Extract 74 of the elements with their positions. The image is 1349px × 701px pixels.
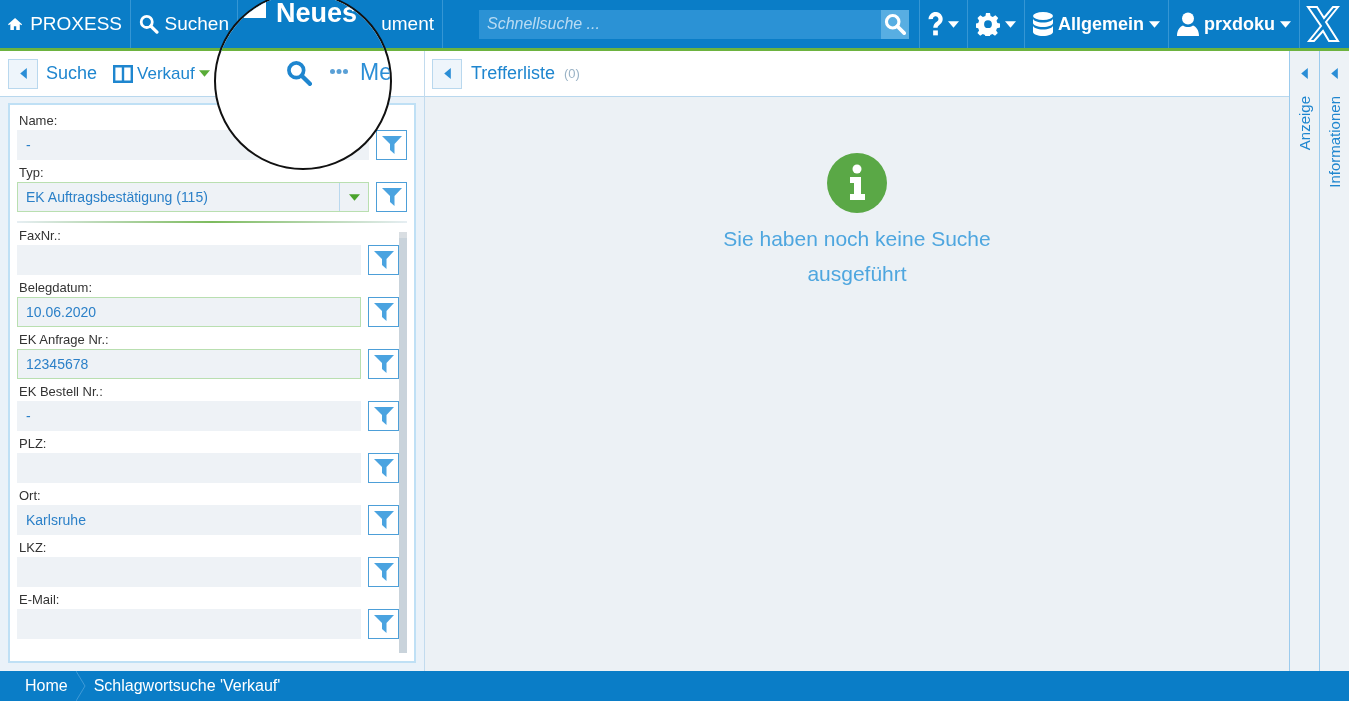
field-label: Ort:: [19, 488, 42, 503]
input-field[interactable]: -: [17, 401, 361, 431]
scrollbar[interactable]: [399, 232, 407, 653]
filter-icon: [373, 406, 394, 426]
caret-icon: [948, 20, 959, 28]
search-icon[interactable]: [139, 13, 159, 35]
caret-icon: [443, 68, 451, 79]
caret-icon: [1005, 20, 1016, 28]
filter-button[interactable]: [368, 609, 399, 639]
filter-icon: [373, 562, 394, 582]
nav-link[interactable]: ument: [381, 13, 434, 35]
filter-button[interactable]: [376, 182, 407, 212]
app-brand[interactable]: PROXESS: [30, 13, 122, 35]
type-dropdown[interactable]: EK Auftragsbestätigung (115): [17, 182, 369, 212]
field-label: FaxNr.:: [19, 228, 62, 243]
filter-icon: [381, 187, 402, 207]
field-label: Belegdatum:: [19, 280, 93, 295]
field-label: Typ:: [19, 165, 45, 180]
x-logo-icon: [1306, 5, 1341, 43]
filter-button[interactable]: [368, 453, 399, 483]
search-icon[interactable]: [286, 60, 312, 86]
view-dropdown[interactable]: Verkauf: [113, 63, 210, 84]
database-menu[interactable]: Allgemein: [1025, 0, 1170, 48]
filter-button[interactable]: [368, 505, 399, 535]
quick-search-field[interactable]: Schnellsuche ...: [479, 9, 881, 39]
more-icon[interactable]: [330, 69, 348, 74]
filter-icon: [373, 614, 394, 634]
caret-icon: [19, 68, 27, 79]
caret-icon: [198, 70, 210, 77]
menu-label: Allgemein: [1058, 13, 1145, 35]
nav-link[interactable]: Suchen: [164, 13, 229, 35]
user-menu[interactable]: prxdoku: [1169, 0, 1301, 48]
caret-icon: [1301, 68, 1308, 79]
caret-icon: [1331, 68, 1338, 79]
input-field[interactable]: 12345678: [17, 349, 361, 379]
filter-icon: [373, 250, 394, 270]
info-icon: [827, 153, 887, 213]
filter-button[interactable]: [368, 349, 399, 379]
collapse-button[interactable]: [8, 58, 38, 89]
database-icon: [1033, 12, 1053, 36]
gear-icon[interactable]: [976, 12, 1000, 36]
field-label: PLZ:: [19, 436, 48, 451]
filter-button[interactable]: [368, 401, 399, 431]
breadcrumb-link[interactable]: Home: [25, 677, 68, 695]
caret-icon: [1149, 20, 1161, 28]
menu-label: prxdoku: [1204, 13, 1276, 35]
filter-icon: [373, 510, 394, 530]
field-label: EK Anfrage Nr.:: [19, 332, 110, 347]
filter-button[interactable]: [368, 245, 399, 275]
chevron-icon: [75, 671, 86, 701]
filter-icon: [373, 354, 394, 374]
input-field[interactable]: 10.06.2020: [17, 297, 361, 327]
caret-icon: [348, 193, 360, 201]
breadcrumb-link[interactable]: Schlagwortsuche 'Verkauf': [93, 677, 281, 695]
field-label: LKZ:: [19, 540, 48, 555]
empty-message: Sie haben noch keine Suche ausgeführt: [722, 226, 992, 287]
field-label: EK Bestell Nr.:: [19, 384, 104, 399]
panel-title: Suche: [46, 63, 98, 84]
filter-button[interactable]: [376, 130, 407, 160]
filter-icon: [373, 458, 394, 478]
panel-title: Trefferliste: [471, 63, 556, 84]
help-icon[interactable]: [928, 12, 943, 36]
user-icon: [1177, 12, 1200, 36]
filter-icon: [381, 135, 402, 155]
input-field[interactable]: Karlsruhe: [17, 505, 361, 535]
caret-icon: [1280, 20, 1292, 28]
result-count: (0): [564, 66, 580, 81]
filter-button[interactable]: [368, 297, 399, 327]
collapse-button[interactable]: [432, 58, 462, 89]
filter-button[interactable]: [368, 557, 399, 587]
field-label: Name:: [19, 113, 59, 128]
columns-icon: [113, 64, 134, 83]
field-label: E-Mail:: [19, 592, 61, 607]
filter-icon: [373, 302, 394, 322]
